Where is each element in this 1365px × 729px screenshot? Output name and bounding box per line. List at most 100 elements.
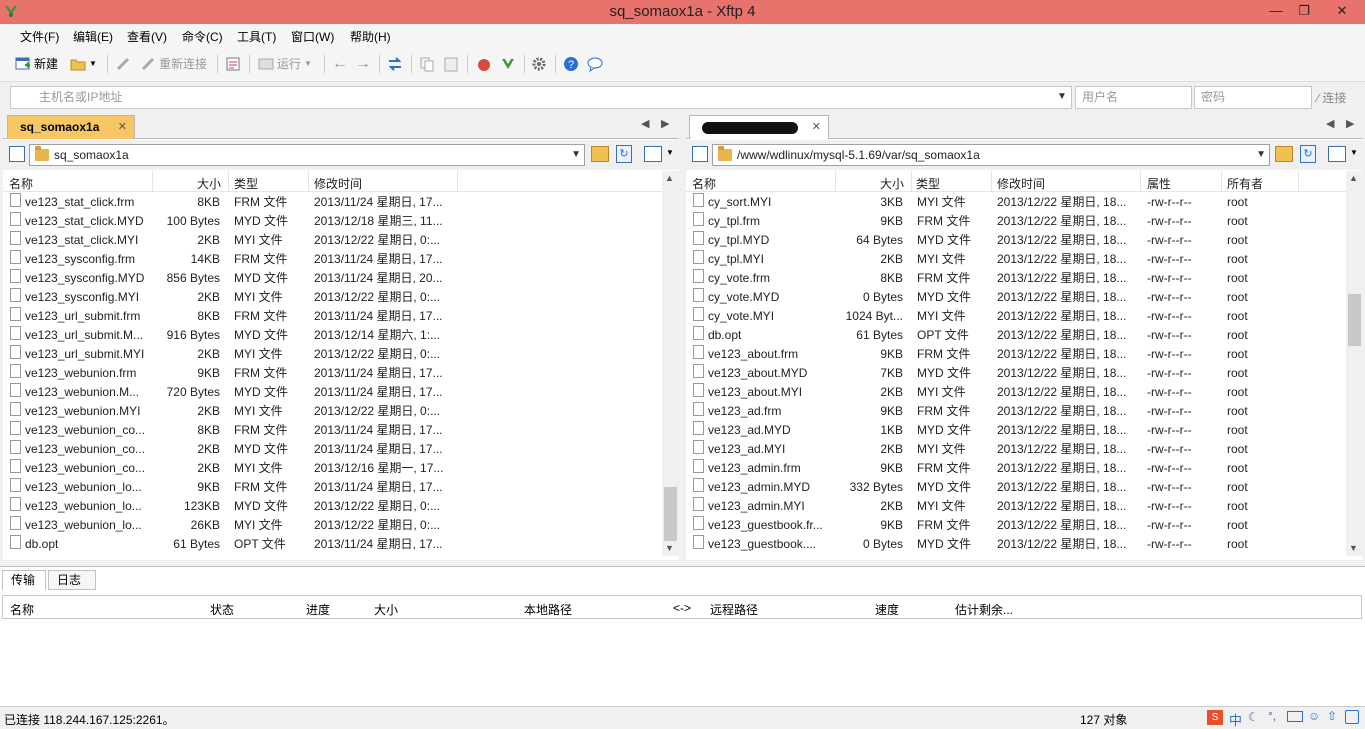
table-row[interactable]: ve123_about.MYD 7KB MYD 文件 2013/12/22 星期日, … (686, 364, 1363, 383)
menu-edit[interactable]: 编辑(E) (73, 28, 113, 45)
table-row[interactable]: ve123_webunion_lo... 123KB MYD 文件 2013/12/2… (3, 497, 679, 516)
tab-transfer[interactable]: 传输 (2, 570, 46, 590)
remote-scrollbar[interactable]: ▲ ▼ (1346, 171, 1363, 556)
table-row[interactable]: cy_vote.frm 8KB FRM 文件 2013/12/22 星期日, 18..… (686, 269, 1363, 288)
transfer-column-size[interactable]: 大小 (374, 601, 398, 618)
chevron-down-icon[interactable]: ▼ (1057, 91, 1067, 102)
chat-button[interactable] (587, 54, 603, 74)
keyboard-icon[interactable] (1287, 711, 1303, 722)
copy-button[interactable] (419, 54, 435, 74)
table-row[interactable]: cy_tpl.MYD 64 Bytes MYD 文件 2013/12/22 星期日, … (686, 231, 1363, 250)
parent-folder-icon[interactable] (1275, 146, 1293, 162)
menu-file[interactable]: 文件(F) (20, 28, 59, 45)
column-owner[interactable]: 所有者 (1227, 175, 1263, 192)
chevron-down-icon[interactable]: ▼ (1256, 145, 1266, 165)
scroll-up-icon[interactable]: ▲ (1349, 173, 1358, 183)
xshell-button[interactable] (476, 54, 492, 74)
parent-folder-icon[interactable] (591, 146, 609, 162)
table-row[interactable]: ve123_webunion_lo... 9KB FRM 文件 2013/11/24 … (3, 478, 679, 497)
table-row[interactable]: ve123_sysconfig.frm 14KB FRM 文件 2013/11/24 … (3, 250, 679, 269)
tab-prev-icon[interactable]: ◀ (641, 117, 649, 130)
refresh-icon[interactable]: ↻ (1300, 145, 1316, 163)
column-modified[interactable]: 修改时间 (314, 175, 362, 192)
scrollbar-thumb[interactable] (1348, 294, 1361, 346)
upload-icon[interactable]: ⇧ (1327, 709, 1337, 723)
close-tab-icon[interactable]: ✕ (118, 116, 127, 138)
transfer-column-direction[interactable]: <-> (673, 601, 691, 615)
column-size[interactable]: 大小 (197, 175, 221, 192)
column-name[interactable]: 名称 (692, 175, 716, 192)
table-row[interactable]: ve123_ad.frm 9KB FRM 文件 2013/12/22 星期日, 18.… (686, 402, 1363, 421)
transfer-column-local-path[interactable]: 本地路径 (524, 601, 572, 618)
back-button[interactable]: ← (332, 54, 348, 74)
table-row[interactable]: db.opt 61 Bytes OPT 文件 2013/11/24 星期日, 17..… (3, 535, 679, 554)
menu-view[interactable]: 查看(V) (127, 28, 167, 45)
table-row[interactable]: cy_tpl.frm 9KB FRM 文件 2013/12/22 星期日, 18...… (686, 212, 1363, 231)
tab-next-icon[interactable]: ▶ (661, 117, 669, 130)
paste-button[interactable] (443, 54, 459, 74)
table-row[interactable]: ve123_webunion.MYI 2KB MYI 文件 2013/12/22 星期… (3, 402, 679, 421)
reconnect-button[interactable]: 重新连接 (140, 54, 207, 74)
view-mode-icon[interactable] (644, 146, 662, 162)
transfer-column-remote-path[interactable]: 远程路径 (710, 601, 758, 618)
scrollbar-thumb[interactable] (664, 487, 677, 541)
remote-tab[interactable]: ✕ (689, 115, 829, 139)
connect-button[interactable]: ∕ 连接 (1317, 89, 1346, 106)
local-path-input[interactable]: sq_somaox1a ▼ (29, 144, 585, 166)
local-tab[interactable]: sq_somaox1a ✕ (7, 115, 135, 139)
table-row[interactable]: ve123_webunion_co... 8KB FRM 文件 2013/11/24 … (3, 421, 679, 440)
minimize-button[interactable]: — (1262, 0, 1290, 21)
forward-button[interactable]: → (355, 54, 371, 74)
table-row[interactable]: ve123_stat_click.frm 8KB FRM 文件 2013/11/24 … (3, 193, 679, 212)
table-row[interactable]: ve123_sysconfig.MYD 856 Bytes MYD 文件 2013/1… (3, 269, 679, 288)
new-button[interactable]: 新建 (15, 54, 58, 74)
table-row[interactable]: ve123_about.MYI 2KB MYI 文件 2013/12/22 星期日, … (686, 383, 1363, 402)
help-button[interactable]: ? (563, 54, 579, 74)
scroll-down-icon[interactable]: ▼ (665, 543, 674, 553)
table-row[interactable]: cy_tpl.MYI 2KB MYI 文件 2013/12/22 星期日, 18...… (686, 250, 1363, 269)
transfer-column-speed[interactable]: 速度 (875, 601, 899, 618)
menu-help[interactable]: 帮助(H) (350, 28, 391, 45)
column-type[interactable]: 类型 (916, 175, 940, 192)
close-tab-icon[interactable]: ✕ (812, 116, 821, 138)
column-size[interactable]: 大小 (880, 175, 904, 192)
transfer-column-eta[interactable]: 估计剩余... (955, 601, 1013, 618)
table-row[interactable]: ve123_webunion_co... 2KB MYI 文件 2013/12/16 … (3, 459, 679, 478)
tree-toggle-icon[interactable] (9, 146, 25, 162)
run-button[interactable]: 运行 ▼ (258, 54, 312, 74)
table-row[interactable]: ve123_guestbook.fr... 9KB FRM 文件 2013/12/22… (686, 516, 1363, 535)
chevron-down-icon[interactable]: ▼ (1350, 148, 1358, 157)
moon-icon[interactable]: ☾ (1248, 710, 1259, 724)
column-name[interactable]: 名称 (9, 175, 33, 192)
options-button[interactable] (531, 54, 547, 74)
column-modified[interactable]: 修改时间 (997, 175, 1045, 192)
restore-button[interactable]: ❐ (1290, 0, 1318, 21)
column-type[interactable]: 类型 (234, 175, 258, 192)
scroll-up-icon[interactable]: ▲ (665, 173, 674, 183)
transfer-column-name[interactable]: 名称 (10, 601, 34, 618)
table-row[interactable]: ve123_url_submit.MYI 2KB MYI 文件 2013/12/22 … (3, 345, 679, 364)
table-row[interactable]: ve123_sysconfig.MYI 2KB MYI 文件 2013/12/22 星… (3, 288, 679, 307)
table-row[interactable]: ve123_guestbook.... 0 Bytes MYD 文件 2013/12/… (686, 535, 1363, 554)
scroll-down-icon[interactable]: ▼ (1349, 543, 1358, 553)
local-scrollbar[interactable]: ▲ ▼ (662, 171, 679, 556)
table-row[interactable]: ve123_about.frm 9KB FRM 文件 2013/12/22 星期日, … (686, 345, 1363, 364)
table-row[interactable]: db.opt 61 Bytes OPT 文件 2013/12/22 星期日, 18..… (686, 326, 1363, 345)
tree-toggle-icon[interactable] (692, 146, 708, 162)
view-mode-icon[interactable] (1328, 146, 1346, 162)
table-row[interactable]: ve123_admin.frm 9KB FRM 文件 2013/12/22 星期日, … (686, 459, 1363, 478)
table-row[interactable]: ve123_webunion.frm 9KB FRM 文件 2013/11/24 星期… (3, 364, 679, 383)
table-row[interactable]: ve123_stat_click.MYD 100 Bytes MYD 文件 2013/… (3, 212, 679, 231)
table-row[interactable]: ve123_stat_click.MYI 2KB MYI 文件 2013/12/22 … (3, 231, 679, 250)
xftp-button[interactable] (500, 54, 516, 74)
tab-log[interactable]: 日志 (48, 570, 96, 590)
tab-next-icon[interactable]: ▶ (1346, 117, 1354, 130)
sync-button[interactable] (387, 54, 403, 74)
table-row[interactable]: cy_sort.MYI 3KB MYI 文件 2013/12/22 星期日, 18..… (686, 193, 1363, 212)
table-row[interactable]: ve123_ad.MYI 2KB MYI 文件 2013/12/22 星期日, 18.… (686, 440, 1363, 459)
table-row[interactable]: ve123_url_submit.frm 8KB FRM 文件 2013/11/24 … (3, 307, 679, 326)
menu-tools[interactable]: 工具(T) (237, 28, 276, 45)
table-row[interactable]: cy_vote.MYD 0 Bytes MYD 文件 2013/12/22 星期日, … (686, 288, 1363, 307)
table-row[interactable]: ve123_ad.MYD 1KB MYD 文件 2013/12/22 星期日, 18.… (686, 421, 1363, 440)
menu-window[interactable]: 窗口(W) (291, 28, 334, 45)
